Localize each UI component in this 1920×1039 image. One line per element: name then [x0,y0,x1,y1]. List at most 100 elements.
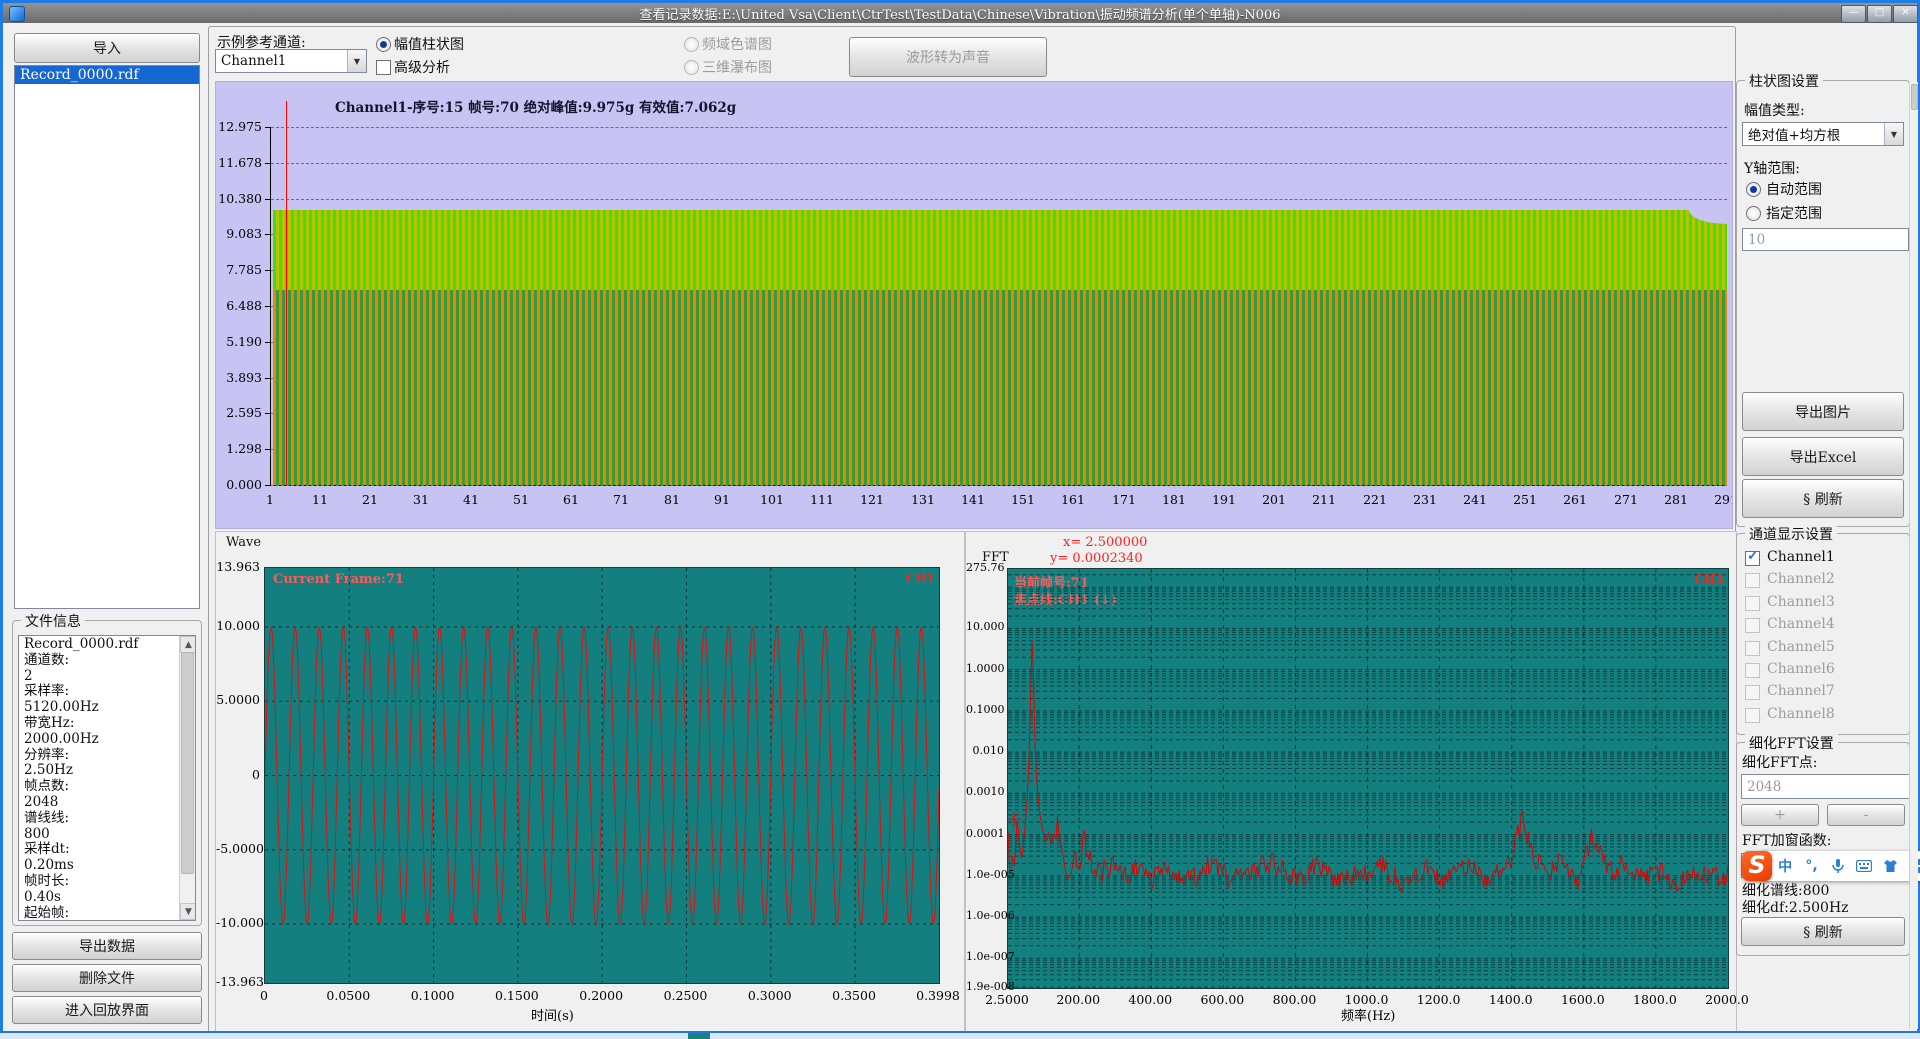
bar-x-tick-label: 121 [852,492,892,507]
ime-chinese-mode-icon[interactable]: 中 [1776,857,1794,875]
ime-skin-icon[interactable] [1881,857,1899,875]
ime-microphone-icon[interactable] [1829,857,1847,875]
file-list-item-selected[interactable]: Record_0000.rdf [15,66,199,84]
fft-x-axis-label: 频率(Hz) [1341,1005,1395,1024]
playback-button[interactable]: 进入回放界面 [12,996,202,1024]
file-info-line: 0.20ms [19,858,179,874]
wave-x-tick-label: 0.2500 [660,988,710,1003]
wave-x-tick-label: 0.1500 [492,988,542,1003]
fft-cursor-x: x= 2.500000 [1063,535,1147,550]
file-info-line: 采样dt: [19,842,179,858]
file-list[interactable]: Record_0000.rdf [14,65,200,609]
wave-x-axis-label: 时间(s) [531,1005,574,1024]
file-info-line: 5120.00Hz [19,700,179,716]
fft-y-tick-label: 1.0e-006 [966,909,1004,922]
channel-row: Channel8 [1745,707,1895,725]
wave-to-sound-button[interactable]: 波形转为声音 [849,37,1047,77]
channel-checkbox-channel5[interactable] [1745,641,1760,656]
file-info-scrollbar[interactable]: ▲ ▼ [179,636,195,920]
bar-y-tick-mark [265,270,270,271]
file-info-list[interactable]: Record_0000.rdf通道数:2采样率:5120.00Hz带宽Hz:20… [18,635,196,921]
export-image-button[interactable]: 导出图片 [1742,392,1904,431]
export-data-button[interactable]: 导出数据 [12,932,202,960]
bar-settings-title: 柱状图设置 [1745,71,1823,91]
chevron-down-icon[interactable]: ▼ [1884,123,1903,145]
fft-points-plus-button[interactable]: + [1741,804,1819,826]
channel-checkbox-channel4[interactable] [1745,618,1760,633]
channel-checkbox-channel6[interactable] [1745,663,1760,678]
file-info-line: 帧点数: [19,779,179,795]
bar-x-tick-label: 101 [752,492,792,507]
right-scroll-thumb[interactable] [1911,84,1918,110]
y-range-label: Y轴范围: [1744,158,1800,178]
maximize-button[interactable]: □ [1867,5,1892,23]
fft-points-input[interactable]: 2048 [1741,774,1910,799]
radio-auto-range[interactable] [1746,182,1761,197]
wave-x-tick-label: 0.2000 [576,988,626,1003]
scroll-up-icon[interactable]: ▲ [180,636,196,653]
file-info-line: 2048 [19,795,179,811]
fft-plot[interactable]: 当前帧号:71 焦点线:CH1 (↓) CH1 [1007,568,1729,989]
bar-chart-plot[interactable] [270,127,1727,486]
channel-checkbox-channel8[interactable] [1745,708,1760,723]
channel-checkbox-channel2[interactable] [1745,573,1760,588]
radio-frequency-spectrum-label: 频域色谱图 [702,34,772,54]
sogou-ime-logo-icon[interactable]: S [1742,851,1772,881]
channel-select[interactable]: Channel1 ▼ [215,49,367,73]
refresh-bar-button[interactable]: § 刷新 [1742,479,1904,518]
radio-amplitude-bar[interactable] [376,37,391,52]
radio-frequency-spectrum[interactable] [684,37,699,52]
titlebar[interactable]: 查看记录数据:E:\United Vsa\Client\CtrTest\Test… [3,3,1917,23]
delete-file-button[interactable]: 删除文件 [12,964,202,992]
bar-x-tick-label: 111 [802,492,842,507]
wave-chart-title: Wave [226,535,261,550]
refresh-fft-button[interactable]: § 刷新 [1741,917,1905,946]
channel-label: Channel4 [1767,616,1835,632]
close-button[interactable]: ✕ [1893,5,1918,23]
bar-gridline [271,127,1727,128]
channel-row: Channel7 [1745,684,1895,702]
ime-toolbar[interactable]: 中 °, [1758,851,1920,881]
file-info-line: 带宽Hz: [19,716,179,732]
bar-x-tick-label: 131 [903,492,943,507]
channel-checkbox-channel7[interactable] [1745,685,1760,700]
bar-x-tick-label: 21 [350,492,390,507]
bar-x-tick-label: 141 [953,492,993,507]
channel-checkbox-channel3[interactable] [1745,596,1760,611]
radio-fixed-range[interactable] [1746,206,1761,221]
channel-label: Channel5 [1767,639,1835,655]
bar-x-tick-label: 201 [1254,492,1294,507]
ime-punctuation-icon[interactable]: °, [1802,857,1820,875]
wave-y-tick-label: -10.000 [216,915,260,930]
bar-y-tick-label: 1.298 [216,441,262,456]
wave-plot[interactable]: Current Frame:71 CH1 [264,567,940,984]
bar-x-tick-label: 11 [300,492,340,507]
bar-gridline [271,199,1727,200]
bar-chart-panel[interactable]: Channel1-序号:15 帧号:70 绝对峰值:9.975g 有效值:7.0… [215,81,1733,529]
bar-x-tick-label: 171 [1104,492,1144,507]
right-scrollbar[interactable] [1909,82,1918,1029]
fft-df-text: 细化df:2.500Hz [1742,897,1849,917]
wave-y-tick-label: 10.000 [216,618,260,633]
fft-settings-title: 细化FFT设置 [1745,733,1838,753]
chevron-down-icon[interactable]: ▼ [347,50,366,72]
scroll-down-icon[interactable]: ▼ [180,903,196,920]
import-button[interactable]: 导入 [14,33,200,63]
advanced-analysis-checkbox[interactable] [376,60,391,75]
export-excel-button[interactable]: 导出Excel [1742,437,1904,476]
radio-waterfall-3d[interactable] [684,60,699,75]
amp-type-select[interactable]: 绝对值+均方根 ▼ [1742,122,1904,146]
bar-x-tick-label: 181 [1154,492,1194,507]
ime-keyboard-icon[interactable] [1855,857,1873,875]
bar-cursor-line[interactable] [286,101,287,485]
channel-checkbox-channel1[interactable] [1745,551,1760,566]
fft-points-minus-button[interactable]: - [1827,804,1905,826]
fft-x-tick-label: 1600.0 [1558,992,1608,1007]
taskbar-peek [688,1033,710,1039]
bar-gridline [271,163,1727,164]
radio-amplitude-bar-label: 幅值柱状图 [394,34,464,54]
range-value-input[interactable]: 10 [1742,228,1909,251]
scroll-thumb[interactable] [181,652,194,874]
minimize-button[interactable]: — [1841,5,1866,23]
wave-x-tick-label: 0.0500 [323,988,373,1003]
